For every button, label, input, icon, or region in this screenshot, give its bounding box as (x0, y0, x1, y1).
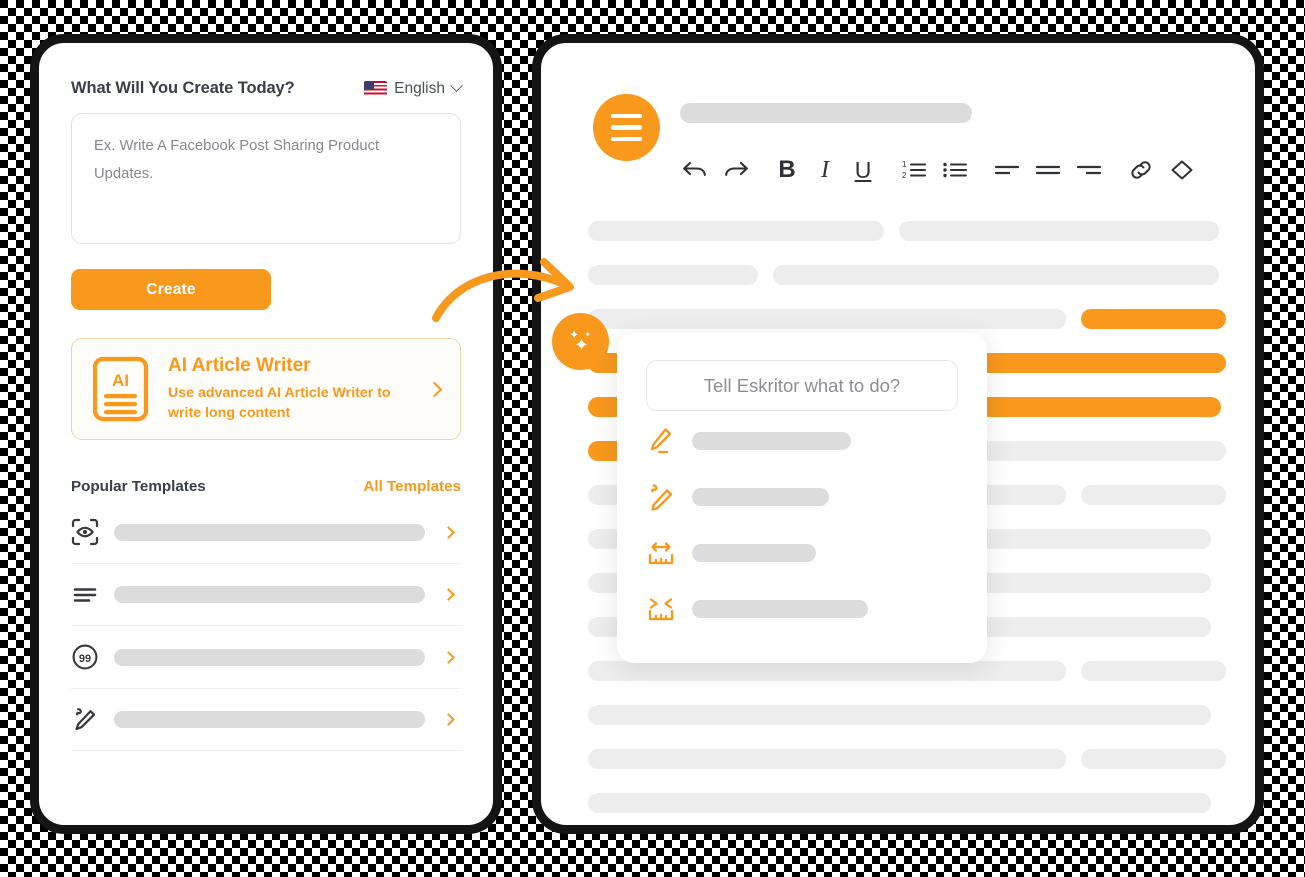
document-text-placeholder (588, 793, 1211, 813)
chevron-right-icon (442, 588, 455, 601)
template-row-paragraph[interactable] (71, 564, 461, 627)
document-line (588, 793, 1226, 813)
ai-action-label-placeholder (692, 600, 869, 618)
ai-document-icon: AI (90, 356, 151, 422)
document-text-placeholder (1081, 749, 1226, 769)
magic-pencil-icon (71, 706, 99, 734)
create-button[interactable]: Create (71, 269, 271, 310)
popular-templates-header: Popular Templates All Templates (71, 478, 461, 495)
template-label-placeholder (114, 711, 425, 729)
ai-action-improve[interactable] (646, 471, 958, 523)
ai-article-writer-subtitle: Use advanced AI Article Writer to write … (168, 385, 391, 422)
prompt-input[interactable]: Ex. Write A Facebook Post Sharing Produc… (71, 113, 461, 244)
left-panel-header: What Will You Create Today? English (71, 79, 463, 98)
svg-text:2: 2 (902, 171, 907, 180)
ai-action-label-placeholder (692, 544, 816, 562)
quote-99-icon: 99 (71, 643, 99, 671)
ai-article-writer-title: AI Article Writer (168, 355, 311, 376)
us-flag-icon (364, 81, 388, 96)
right-device-frame: B I U 1 2 Tell Eskritor what to do? (532, 34, 1264, 834)
left-device-frame: What Will You Create Today? English Ex. … (30, 34, 502, 834)
template-row-quote[interactable]: 99 (71, 626, 461, 689)
chevron-right-icon (442, 525, 455, 539)
chevron-right-icon (442, 713, 455, 726)
align-center-icon[interactable] (1034, 157, 1062, 183)
document-text-placeholder (588, 221, 884, 241)
undo-icon[interactable] (681, 157, 709, 183)
document-text-placeholder (588, 661, 1066, 681)
paragraph-icon (71, 581, 99, 609)
ai-action-expand[interactable] (646, 527, 958, 579)
chevron-right-icon (442, 650, 455, 664)
document-line (588, 749, 1226, 769)
document-line (588, 705, 1226, 725)
document-line (588, 309, 1226, 329)
document-text-placeholder (1081, 485, 1226, 505)
ai-article-writer-text: AI Article Writer Use advanced AI Articl… (168, 355, 412, 423)
document-text-placeholder (1081, 661, 1226, 681)
ai-action-write[interactable] (646, 415, 958, 467)
align-right-icon[interactable] (1075, 157, 1103, 183)
language-selector[interactable]: English (364, 79, 463, 98)
ai-command-popup: Tell Eskritor what to do? (617, 333, 987, 663)
stage: What Will You Create Today? English Ex. … (0, 0, 1305, 877)
document-text-highlighted (1081, 309, 1226, 329)
document-text-placeholder (899, 221, 1219, 241)
svg-text:AI: AI (112, 371, 129, 390)
numbered-list-icon[interactable]: 1 2 (900, 157, 928, 183)
chevron-right-icon (426, 381, 443, 397)
language-label: English (394, 79, 445, 97)
document-text-placeholder (588, 309, 1066, 329)
shorten-text-icon (646, 594, 676, 624)
left-panel: What Will You Create Today? English Ex. … (39, 43, 493, 825)
template-row-scan[interactable] (71, 501, 461, 564)
ai-article-writer-card[interactable]: AI AI Article Writer Use advanced AI Art… (71, 338, 461, 441)
ai-command-input[interactable]: Tell Eskritor what to do? (646, 360, 958, 411)
bold-icon[interactable]: B (774, 156, 800, 184)
curved-arrow-icon (432, 258, 574, 322)
document-text-placeholder (588, 749, 1066, 769)
page-title: What Will You Create Today? (71, 79, 295, 97)
document-text-placeholder (588, 265, 758, 285)
ai-action-label-placeholder (692, 488, 830, 506)
template-label-placeholder (114, 523, 425, 541)
eraser-icon[interactable] (1168, 157, 1196, 183)
template-row-magic-pencil[interactable] (71, 689, 461, 752)
document-line (588, 661, 1226, 681)
link-icon[interactable] (1127, 157, 1155, 183)
document-title-placeholder[interactable] (680, 103, 972, 123)
document-line (588, 265, 1226, 285)
ai-action-label-placeholder (692, 432, 851, 450)
chevron-down-icon (450, 79, 463, 93)
popular-templates-title: Popular Templates (71, 478, 206, 496)
redo-icon[interactable] (722, 157, 750, 183)
write-pencil-icon (646, 426, 676, 456)
svg-text:99: 99 (79, 653, 91, 665)
editor-toolbar: B I U 1 2 (681, 156, 1196, 184)
svg-text:1: 1 (902, 160, 907, 169)
template-label-placeholder (114, 586, 425, 604)
expand-text-icon (646, 538, 676, 568)
hamburger-menu-icon[interactable] (593, 94, 660, 161)
improve-pencil-icon (646, 482, 676, 512)
align-left-icon[interactable] (993, 157, 1021, 183)
document-text-placeholder (588, 705, 1211, 725)
bullet-list-icon[interactable] (941, 157, 969, 183)
italic-icon[interactable]: I (813, 157, 837, 184)
editor-panel: B I U 1 2 Tell Eskritor what to do? (541, 43, 1255, 825)
all-templates-link[interactable]: All Templates (363, 478, 461, 495)
underline-icon[interactable]: U (850, 157, 876, 184)
document-line (588, 221, 1226, 241)
scan-eye-icon (71, 518, 99, 546)
document-text-placeholder (773, 265, 1219, 285)
ai-action-shorten[interactable] (646, 583, 958, 635)
template-label-placeholder (114, 648, 425, 666)
